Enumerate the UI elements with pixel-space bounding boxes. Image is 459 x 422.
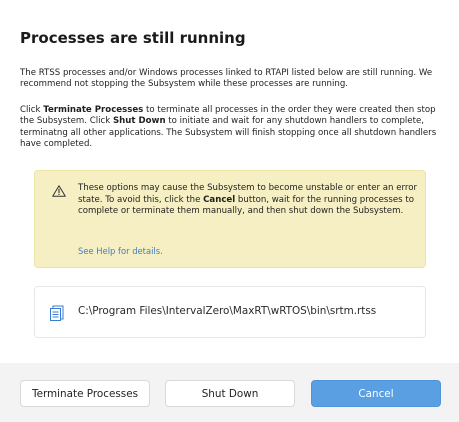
shut-down-emphasis: Shut Down [112,116,166,127]
terminate-processes-button[interactable]: Terminate Processes [20,380,150,407]
process-path: C:\Program Files\IntervalZero\MaxRT\wRTO… [78,305,377,317]
instructions-text: Click [20,105,44,115]
process-list: C:\Program Files\IntervalZero\MaxRT\wRTO… [34,286,426,338]
cancel-emphasis: Cancel [203,194,236,205]
warning-box: These options may cause the Subsystem to… [34,170,426,268]
help-link[interactable]: See Help for details. [78,246,163,256]
process-list-icon [50,305,64,321]
warning-text: These options may cause the Subsystem to… [78,183,418,218]
warning-triangle-icon [52,185,66,197]
processes-running-dialog: Processes are still running The RTSS pro… [0,0,459,422]
dialog-title: Processes are still running [20,29,246,47]
shut-down-button[interactable]: Shut Down [165,380,295,407]
terminate-processes-emphasis: Terminate Processes [43,105,144,115]
dialog-footer: Terminate Processes Shut Down Cancel [0,363,459,422]
instructions-paragraph: Click Terminate Processes to terminate a… [20,105,445,151]
cancel-button[interactable]: Cancel [311,380,441,407]
intro-paragraph: The RTSS processes and/or Windows proces… [20,68,433,90]
